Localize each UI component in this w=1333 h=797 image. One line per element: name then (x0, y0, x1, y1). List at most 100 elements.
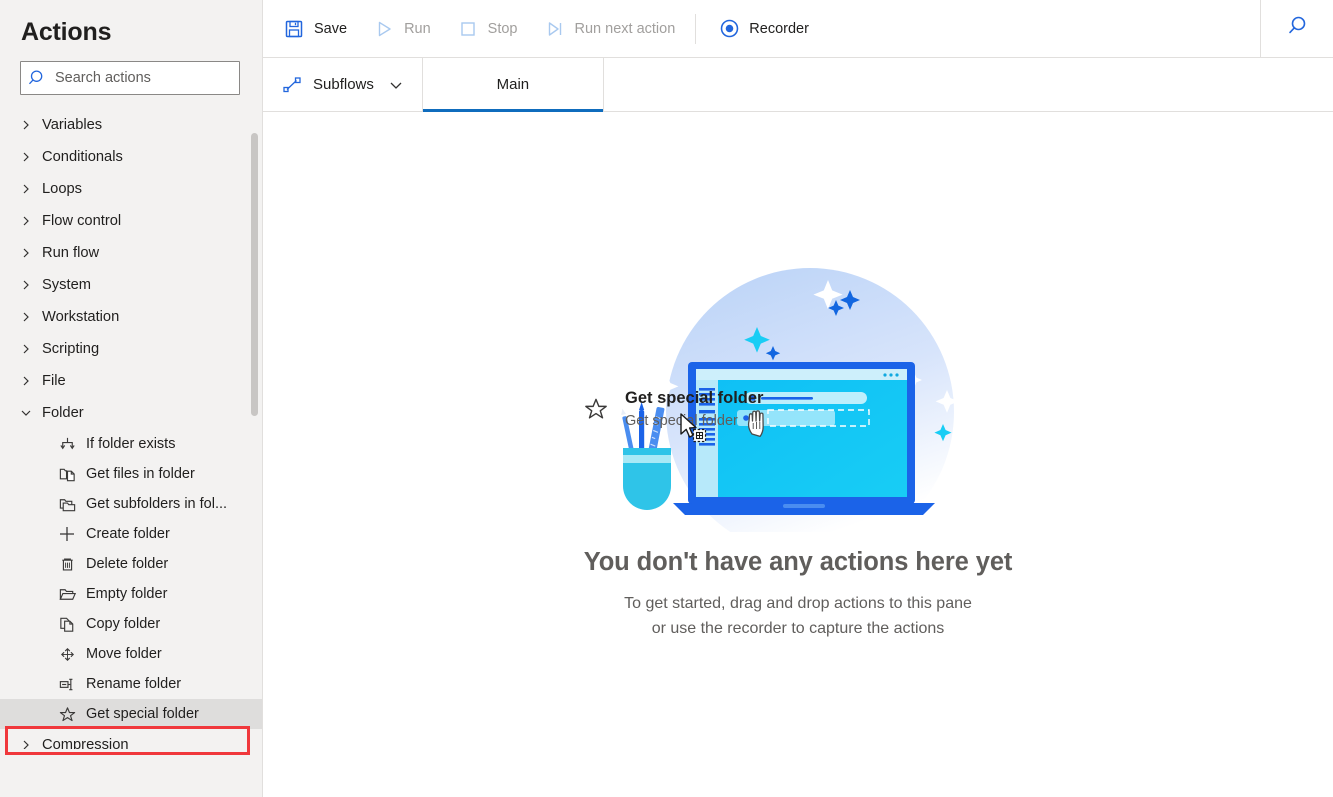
action-get-subfolders-in-folder[interactable]: Get subfolders in fol... (0, 489, 262, 519)
subflow-graph-icon (281, 74, 303, 96)
top-toolbar: Save Run Stop Run next action Recorder (263, 0, 1333, 58)
action-get-special-folder[interactable]: Get special folder (0, 699, 262, 729)
stop-square-icon (457, 18, 479, 40)
sidebar-group-run-flow[interactable]: Run flow (0, 237, 262, 269)
sidebar-group-label: Conditionals (42, 149, 123, 165)
sidebar-group-file[interactable]: File (0, 365, 262, 397)
folder-file-icon (54, 465, 80, 484)
chevron-down-icon (388, 77, 404, 93)
run-next-action-button[interactable]: Run next action (532, 9, 688, 49)
chevron-down-icon (20, 407, 42, 419)
save-floppy-icon (283, 18, 305, 40)
sidebar-group-label: System (42, 277, 91, 293)
sidebar-group-workstation[interactable]: Workstation (0, 301, 262, 333)
action-label: Move folder (86, 646, 162, 662)
run-next-action-label: Run next action (574, 20, 676, 37)
sidebar-group-label: Workstation (42, 309, 120, 325)
search-input[interactable] (55, 68, 242, 88)
recorder-label: Recorder (749, 20, 809, 37)
sidebar-group-scripting[interactable]: Scripting (0, 333, 262, 365)
action-get-files-in-folder[interactable]: Get files in folder (0, 459, 262, 489)
sidebar-scrollbar[interactable] (251, 130, 258, 720)
action-label: Get subfolders in fol... (86, 496, 228, 512)
drag-ghost-action: Get special folder Get special folder (581, 387, 763, 432)
sidebar-group-compression[interactable]: Compression (0, 729, 262, 749)
star-icon (581, 394, 611, 424)
action-empty-folder[interactable]: Empty folder (0, 579, 262, 609)
sidebar-group-flow-control[interactable]: Flow control (0, 205, 262, 237)
sidebar-group-label: Compression (42, 737, 129, 749)
save-label: Save (314, 20, 348, 37)
action-label: Get special folder (86, 706, 199, 722)
action-label: Delete folder (86, 556, 169, 572)
plus-icon (54, 524, 80, 544)
actions-sidebar: Actions Variables Conditi (0, 0, 263, 797)
action-if-folder-exists[interactable]: If folder exists (0, 429, 262, 459)
chevron-right-icon (20, 279, 42, 291)
empty-state: You don't have any actions here yet To g… (263, 252, 1333, 641)
toolbar-divider (695, 13, 697, 44)
main-panel: Save Run Stop Run next action Recorder S… (263, 0, 1333, 797)
folders-icon (54, 495, 80, 514)
flow-canvas[interactable]: You don't have any actions here yet To g… (263, 112, 1333, 797)
action-create-folder[interactable]: Create folder (0, 519, 262, 549)
sidebar-group-folder[interactable]: Folder (0, 397, 262, 429)
move-arrows-icon (54, 645, 80, 664)
action-copy-folder[interactable]: Copy folder (0, 609, 262, 639)
action-label: Empty folder (86, 586, 168, 602)
tab-main[interactable]: Main (422, 58, 604, 112)
subflows-button[interactable]: Subflows (263, 58, 423, 111)
sidebar-group-label: Run flow (42, 245, 100, 261)
sidebar-group-variables[interactable]: Variables (0, 109, 262, 141)
action-label: Get files in folder (86, 466, 195, 482)
record-circle-icon (718, 18, 740, 40)
empty-state-subtitle: To get started, drag and drop actions to… (624, 591, 972, 641)
action-label: Copy folder (86, 616, 161, 632)
stop-button[interactable]: Stop (445, 9, 530, 49)
sidebar-group-loops[interactable]: Loops (0, 173, 262, 205)
action-rename-folder[interactable]: Rename folder (0, 669, 262, 699)
subflows-tabs-bar: Subflows Main (263, 58, 1333, 112)
chevron-right-icon (20, 343, 42, 355)
play-triangle-icon (373, 18, 395, 40)
toolbar-search-button[interactable] (1260, 0, 1333, 57)
drag-copy-cursor (680, 413, 707, 443)
sidebar-group-conditionals[interactable]: Conditionals (0, 141, 262, 173)
chevron-right-icon (20, 215, 42, 227)
open-folder-icon (54, 585, 80, 604)
search-actions-box[interactable] (20, 61, 242, 95)
sidebar-group-system[interactable]: System (0, 269, 262, 301)
action-label: If folder exists (86, 436, 176, 452)
actions-tree: Variables Conditionals Loops Flow contro… (0, 109, 262, 749)
stop-label: Stop (487, 20, 518, 37)
save-button[interactable]: Save (271, 9, 359, 49)
branch-arrows-icon (54, 435, 80, 454)
search-icon (1284, 13, 1310, 44)
step-over-icon (544, 18, 566, 40)
action-delete-folder[interactable]: Delete folder (0, 549, 262, 579)
sidebar-group-label: Flow control (42, 213, 122, 229)
sidebar-group-label: File (42, 373, 66, 389)
search-icon (21, 68, 55, 88)
sidebar-group-label: Scripting (42, 341, 100, 357)
empty-state-line-2: or use the recorder to capture the actio… (651, 620, 945, 637)
sidebar-group-label: Folder (42, 405, 84, 421)
recorder-button[interactable]: Recorder (706, 9, 821, 49)
chevron-right-icon (20, 375, 42, 387)
sidebar-group-label: Loops (42, 181, 83, 197)
copy-pages-icon (54, 615, 80, 634)
empty-state-line-1: To get started, drag and drop actions to… (624, 595, 972, 612)
chevron-right-icon (20, 119, 42, 131)
trash-icon (54, 555, 80, 574)
chevron-right-icon (20, 739, 42, 749)
chevron-right-icon (20, 183, 42, 195)
action-move-folder[interactable]: Move folder (0, 639, 262, 669)
drag-ghost-title: Get special folder (625, 389, 764, 407)
subflows-label: Subflows (313, 76, 374, 93)
empty-state-title: You don't have any actions here yet (583, 548, 1013, 576)
run-button[interactable]: Run (361, 9, 443, 49)
rename-icon (54, 675, 80, 694)
action-label: Create folder (86, 526, 170, 542)
scrollbar-thumb[interactable] (251, 133, 258, 416)
chevron-right-icon (20, 247, 42, 259)
